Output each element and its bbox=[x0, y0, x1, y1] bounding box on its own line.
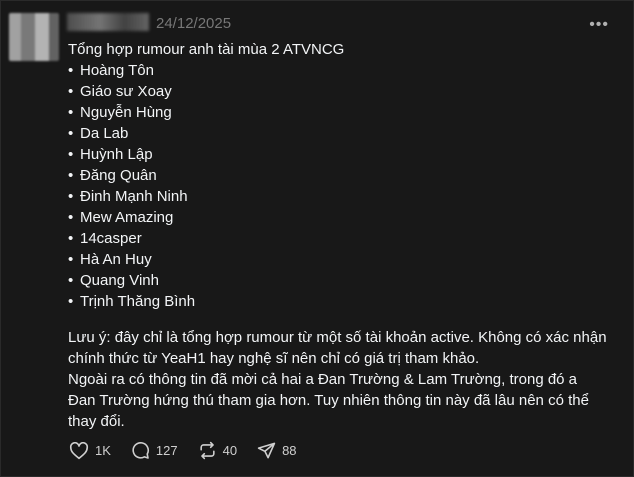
post-headline: Tổng hợp rumour anh tài mùa 2 ATVNCG bbox=[68, 41, 345, 58]
list-item: • Mew Amazing bbox=[68, 209, 174, 226]
list-item: • Giáo sư Xoay bbox=[68, 83, 172, 100]
list-item: • Trịnh Thăng Bình bbox=[68, 293, 196, 310]
list-item: • Đăng Quân bbox=[68, 167, 157, 184]
like-button[interactable]: 1K bbox=[69, 441, 111, 460]
list-item: • Huỳnh Lập bbox=[68, 146, 153, 163]
send-icon bbox=[257, 442, 276, 459]
list-item: • Hoàng Tôn bbox=[68, 62, 154, 79]
list-item: • Nguyễn Hùng bbox=[68, 104, 172, 121]
list-item: • Đinh Mạnh Ninh bbox=[68, 188, 188, 205]
rumour-list: • Hoàng Tôn • Giáo sư Xoay • Nguyễn Hùng • D… bbox=[68, 60, 628, 312]
list-item: • Quang Vinh bbox=[68, 272, 159, 289]
avatar[interactable] bbox=[9, 13, 59, 61]
list-item: • Da Lab bbox=[68, 125, 129, 142]
list-item: • Hà An Huy bbox=[68, 251, 152, 268]
heart-icon bbox=[69, 441, 89, 459]
repost-count: 40 bbox=[222, 443, 238, 458]
share-button[interactable]: 88 bbox=[257, 441, 297, 460]
comment-icon bbox=[132, 442, 149, 459]
username-redacted[interactable] bbox=[67, 13, 149, 31]
repost-icon bbox=[199, 441, 215, 460]
post-content: Tổng hợp rumour anh tài mùa 2 ATVNCG • Ho… bbox=[68, 39, 628, 432]
repost-button[interactable]: 40 bbox=[198, 441, 237, 460]
action-bar: 1K 127 40 88 bbox=[69, 441, 317, 460]
note-line: chính thức từ YeaH1 hay nghệ sĩ nên chỉ … bbox=[68, 350, 480, 367]
note-line: thay đổi. bbox=[68, 413, 125, 430]
post-card: 24/12/2025 ••• Tổng hợp rumour anh tài m… bbox=[0, 0, 634, 477]
post-note: Lưu ý: đây chỉ là tổng hợp rumour từ một… bbox=[68, 327, 628, 432]
note-line: Đan Trường hứng thú tham gia hơn. Tuy nh… bbox=[68, 392, 589, 409]
share-count: 88 bbox=[282, 443, 297, 458]
post-timestamp[interactable]: 24/12/2025 bbox=[156, 15, 231, 32]
note-line: Lưu ý: đây chỉ là tổng hợp rumour từ một… bbox=[68, 329, 607, 346]
like-count: 1K bbox=[95, 443, 111, 458]
comment-count: 127 bbox=[155, 443, 178, 458]
comment-button[interactable]: 127 bbox=[131, 441, 178, 460]
more-options-icon[interactable]: ••• bbox=[589, 17, 609, 33]
list-item: • 14casper bbox=[68, 230, 142, 247]
note-line: Ngoài ra có thông tin đã mời cả hai a Đa… bbox=[68, 371, 578, 388]
